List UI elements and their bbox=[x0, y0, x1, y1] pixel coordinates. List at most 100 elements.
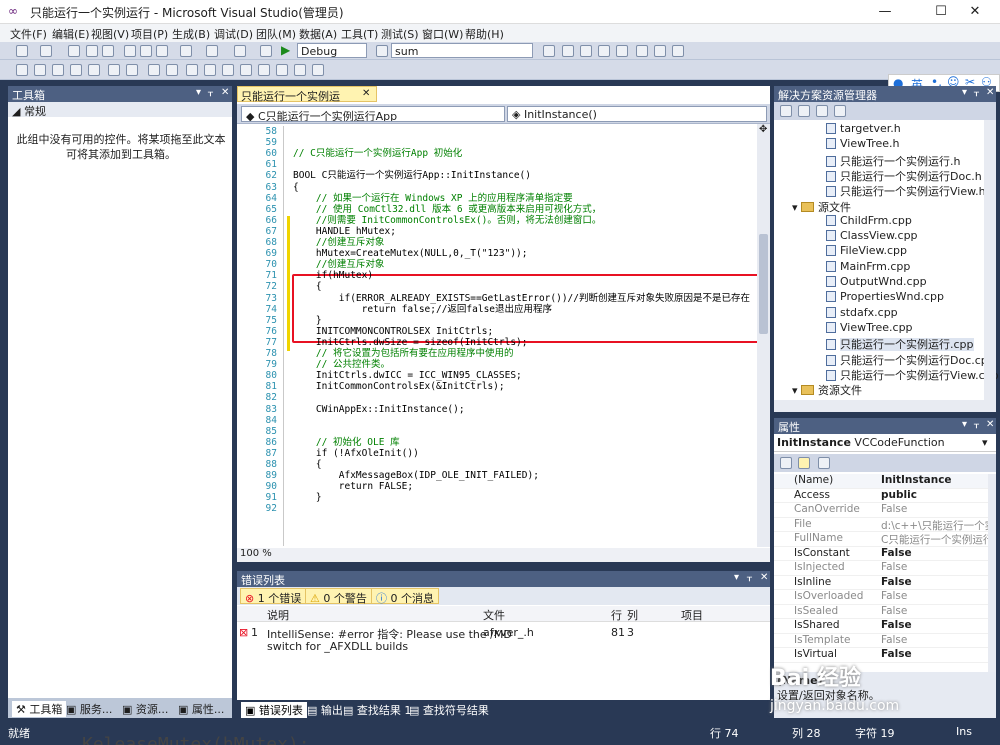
expand-icon[interactable]: ▾ bbox=[792, 201, 801, 214]
dropdown-icon[interactable]: ▾ bbox=[962, 419, 967, 430]
tab-overflow-icon[interactable]: ▾ bbox=[759, 88, 764, 99]
tree-file[interactable]: 只能运行一个实例运行.cpp bbox=[826, 336, 974, 352]
properties-scrollbar[interactable] bbox=[988, 474, 996, 674]
property-row[interactable]: File d:\c++\只能运行一个实 bbox=[774, 518, 988, 532]
close-button[interactable]: ✕ bbox=[952, 0, 998, 24]
outdent-icon[interactable] bbox=[108, 64, 120, 76]
tree-folder[interactable]: ▾ 源文件 bbox=[792, 199, 851, 215]
code-area[interactable]: 58 59 60 // C只能运行一个实例运行App 初始化 61 62 BOOL C只能运… bbox=[237, 124, 757, 547]
class-combo[interactable]: ◆ C只能运行一个实例运行App bbox=[241, 106, 505, 122]
minimize-button[interactable]: — bbox=[862, 0, 908, 24]
col-project[interactable]: 项目 bbox=[681, 607, 703, 623]
properties-icon[interactable] bbox=[562, 45, 574, 57]
bookmark-icon[interactable] bbox=[166, 64, 178, 76]
paste-icon[interactable] bbox=[156, 45, 168, 57]
property-pages-icon[interactable] bbox=[818, 457, 830, 469]
indent-icon[interactable] bbox=[88, 64, 100, 76]
tab-resource[interactable]: ▣ 资源... bbox=[122, 701, 168, 717]
tab-toolbox[interactable]: ⚒ 工具箱 bbox=[12, 701, 67, 717]
property-row[interactable]: FullName C只能运行一个实例运行 bbox=[774, 532, 988, 547]
close-panel-icon[interactable]: ✕ bbox=[760, 572, 768, 583]
command-icon[interactable] bbox=[672, 45, 684, 57]
menu-test[interactable]: 测试(S) bbox=[381, 26, 419, 42]
bookmark-doc-next-icon[interactable] bbox=[276, 64, 288, 76]
menu-project[interactable]: 项目(P) bbox=[131, 26, 168, 42]
tree-file[interactable]: PropertiesWnd.cpp bbox=[826, 290, 944, 303]
menu-team[interactable]: 团队(M) bbox=[256, 26, 296, 42]
tree-file[interactable]: 只能运行一个实例运行.h bbox=[826, 153, 960, 169]
tree-file[interactable]: ClassView.cpp bbox=[826, 229, 918, 242]
object-combo[interactable]: InitInstance VCCodeFunction ▾ bbox=[774, 434, 996, 452]
find-combo[interactable]: sum bbox=[391, 43, 533, 58]
property-row[interactable]: IsInjected False bbox=[774, 561, 988, 576]
solution-vertical-scrollbar[interactable] bbox=[984, 120, 996, 412]
bookmark-folder-prev-icon[interactable] bbox=[222, 64, 234, 76]
method-combo[interactable]: ◈ InitInstance() bbox=[507, 106, 767, 122]
scroll-thumb[interactable] bbox=[759, 234, 768, 334]
warnings-filter-button[interactable]: ⚠ 0 个警告 bbox=[305, 588, 372, 605]
col-file[interactable]: 文件 bbox=[483, 607, 505, 623]
dropdown-icon[interactable]: ▾ bbox=[962, 87, 967, 98]
new-project-icon[interactable] bbox=[16, 45, 28, 57]
categorized-icon[interactable] bbox=[780, 457, 792, 469]
tab-error-list[interactable]: ▣ 错误列表 bbox=[241, 702, 307, 718]
menu-build[interactable]: 生成(B) bbox=[172, 26, 210, 42]
parameter-info-icon[interactable] bbox=[34, 64, 46, 76]
property-row[interactable]: IsInline False bbox=[774, 576, 988, 590]
menu-window[interactable]: 窗口(W) bbox=[422, 26, 463, 42]
tab-output[interactable]: ▤ 输出 bbox=[307, 702, 343, 718]
tree-file[interactable]: MainFrm.cpp bbox=[826, 260, 910, 273]
property-row[interactable]: IsSealed False bbox=[774, 605, 988, 619]
col-line[interactable]: 行 bbox=[611, 607, 622, 623]
editor-vertical-scrollbar[interactable]: ✥ bbox=[757, 124, 770, 547]
dropdown-icon[interactable]: ▾ bbox=[734, 572, 739, 583]
tree-file[interactable]: FileView.cpp bbox=[826, 244, 907, 257]
tree-file[interactable]: OutputWnd.cpp bbox=[826, 275, 927, 288]
tree-file[interactable]: 只能运行一个实例运行Doc.cpp bbox=[826, 352, 995, 368]
col-description[interactable]: 说明 bbox=[267, 607, 289, 623]
solution-horizontal-scrollbar[interactable] bbox=[774, 400, 984, 412]
config-combo[interactable]: Debug bbox=[297, 43, 367, 58]
property-row[interactable]: IsShared False bbox=[774, 619, 988, 634]
menu-view[interactable]: 视图(V) bbox=[91, 26, 129, 42]
document-tab[interactable]: 只能运行一个实例运行.cpp* ✕ bbox=[237, 86, 377, 119]
toolbox-group-header[interactable]: ◢ 常规 bbox=[8, 102, 232, 118]
close-panel-icon[interactable]: ✕ bbox=[986, 419, 994, 430]
table-row[interactable]: ⊠ 1 IntelliSense: #error 指令: Please use … bbox=[237, 623, 770, 653]
add-item-icon[interactable] bbox=[40, 45, 52, 57]
toolbox-icon[interactable] bbox=[598, 45, 610, 57]
col-column[interactable]: 列 bbox=[627, 607, 638, 623]
pin-icon[interactable]: ᚁ bbox=[974, 419, 979, 430]
menu-debug[interactable]: 调试(D) bbox=[214, 26, 253, 42]
solution-explorer-icon[interactable] bbox=[543, 45, 555, 57]
object-browser-icon[interactable] bbox=[580, 45, 592, 57]
uncomment-icon[interactable] bbox=[148, 64, 160, 76]
show-all-files-icon[interactable] bbox=[798, 105, 810, 117]
property-row[interactable]: Access public bbox=[774, 489, 988, 503]
cut-icon[interactable] bbox=[124, 45, 136, 57]
tab-close-icon[interactable]: ✕ bbox=[362, 88, 370, 99]
property-row[interactable]: IsConstant False bbox=[774, 547, 988, 561]
close-panel-icon[interactable]: ✕ bbox=[986, 87, 994, 98]
tree-file[interactable]: 只能运行一个实例运行Doc.h bbox=[826, 168, 982, 184]
tree-file[interactable]: 只能运行一个实例运行View.h bbox=[826, 183, 986, 199]
tree-file[interactable]: ViewTree.h bbox=[826, 137, 900, 150]
messages-filter-button[interactable]: ⓘ 0 个消息 bbox=[371, 588, 439, 605]
toolbar-options-icon[interactable] bbox=[312, 64, 324, 76]
bookmark-next-icon[interactable] bbox=[204, 64, 216, 76]
expand-icon[interactable]: ▾ bbox=[792, 384, 801, 397]
tab-properties[interactable]: ▣ 属性... bbox=[178, 701, 224, 717]
property-row[interactable]: (Name) InitInstance bbox=[774, 474, 988, 489]
navigate-back-icon[interactable] bbox=[234, 45, 246, 57]
tree-file[interactable]: ViewTree.cpp bbox=[826, 321, 913, 334]
pin-icon[interactable]: ᚁ bbox=[208, 87, 213, 98]
menu-help[interactable]: 帮助(H) bbox=[465, 26, 504, 42]
clear-bookmarks-icon[interactable] bbox=[294, 64, 306, 76]
zoom-level[interactable]: 100 % bbox=[240, 548, 272, 559]
members-icon[interactable] bbox=[16, 64, 28, 76]
save-all-icon[interactable] bbox=[102, 45, 114, 57]
tree-file[interactable]: 只能运行一个实例运行View.cpp bbox=[826, 367, 999, 383]
property-row[interactable]: CanOverride False bbox=[774, 503, 988, 518]
tab-find-results[interactable]: ▤ 查找结果 1 bbox=[343, 702, 411, 718]
tree-file[interactable]: ChildFrm.cpp bbox=[826, 214, 912, 227]
